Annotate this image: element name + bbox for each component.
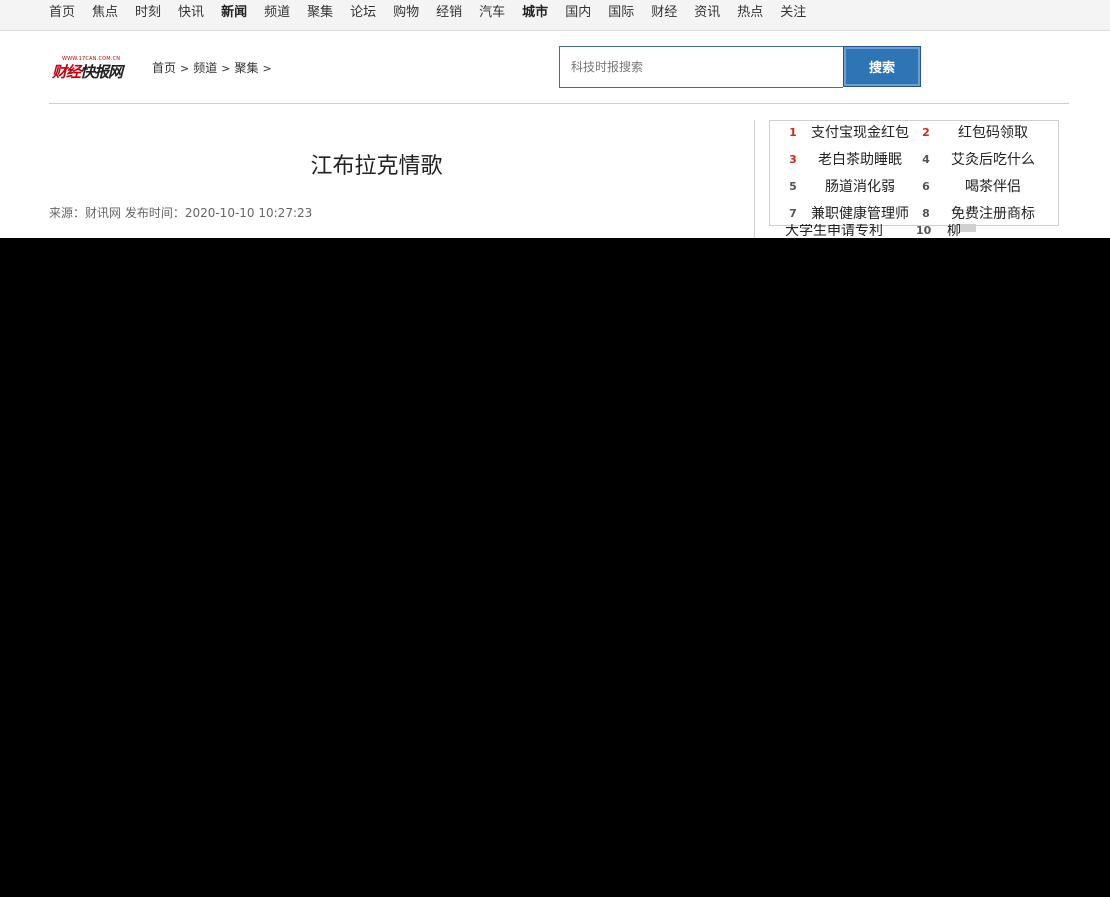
hot-search-text: 支付宝现金红包 bbox=[811, 125, 909, 141]
nav-item[interactable]: 焦点 bbox=[92, 0, 118, 26]
page-viewport: 首页 焦点 时刻 快讯 新闻 频道 聚集 论坛 购物 经销 汽车 城市 国内 国际 财经 资讯 热点 关注 WWW… bbox=[0, 0, 1110, 238]
nav-item[interactable]: 关注 bbox=[780, 0, 806, 26]
nav-item[interactable]: 聚集 bbox=[307, 0, 333, 26]
nav-item[interactable]: 热点 bbox=[737, 0, 763, 26]
hot-rank-number: 4 bbox=[922, 153, 930, 166]
hot-rank-number: 3 bbox=[789, 153, 797, 166]
breadcrumb-separator: > bbox=[221, 62, 231, 75]
hot-rank-number: 2 bbox=[922, 126, 930, 139]
hot-search-item[interactable]: 4 艾灸后吃什么 bbox=[915, 149, 1045, 171]
nav-item[interactable]: 论坛 bbox=[350, 0, 376, 26]
hot-search-text: 老白茶助睡眠 bbox=[818, 152, 902, 168]
nav-item[interactable]: 财经 bbox=[651, 0, 677, 26]
hot-item-9-partial[interactable]: 大学生申请专利 bbox=[785, 224, 883, 238]
hot-item-10-partial[interactable]: 柳 bbox=[947, 224, 961, 238]
nav-item[interactable]: 快讯 bbox=[178, 0, 204, 26]
hot-search-box: 1 支付宝现金红包 2 红包码领取 3 老白茶助睡眠 4 艾灸后吃什么 5 肠道消化弱 6 喝茶伴侣 7… bbox=[769, 120, 1059, 226]
nav-item[interactable]: 时刻 bbox=[135, 0, 161, 26]
hot-search-text: 肠道消化弱 bbox=[825, 179, 895, 195]
logo-text-dark: 快报网 bbox=[80, 63, 123, 81]
hot-search-partial-row: 大学生申请专利 10 柳 bbox=[769, 224, 1057, 238]
breadcrumb-link[interactable]: 聚集 bbox=[234, 61, 258, 75]
hot-search-text: 艾灸后吃什么 bbox=[951, 152, 1035, 168]
nav-item[interactable]: 首页 bbox=[49, 0, 75, 26]
hot-rank-number: 6 bbox=[922, 180, 930, 193]
image-placeholder bbox=[960, 224, 976, 232]
column-divider bbox=[754, 120, 755, 238]
article-title: 江布拉克情歌 bbox=[310, 154, 443, 179]
nav-item[interactable]: 经销 bbox=[436, 0, 462, 26]
nav-item[interactable]: 国内 bbox=[565, 0, 591, 26]
breadcrumb-separator: > bbox=[180, 62, 190, 75]
hot-search-text: 免费注册商标 bbox=[951, 206, 1035, 222]
header-divider bbox=[49, 103, 1069, 104]
hot-search-item[interactable]: 6 喝茶伴侣 bbox=[915, 176, 1045, 198]
breadcrumb: 首页 > 频道 > 聚集 > bbox=[152, 59, 276, 76]
logo-text-red: 财经 bbox=[52, 63, 81, 81]
top-nav-list: 首页 焦点 时刻 快讯 新闻 频道 聚集 论坛 购物 经销 汽车 城市 国内 国际 财经 资讯 热点 关注 bbox=[0, 0, 1110, 26]
hot-item-10-rank-partial: 10 bbox=[916, 224, 932, 237]
breadcrumb-link[interactable]: 首页 bbox=[152, 61, 176, 75]
nav-item[interactable]: 购物 bbox=[393, 0, 419, 26]
hot-search-text: 喝茶伴侣 bbox=[965, 179, 1021, 195]
search-button[interactable]: 搜索 bbox=[843, 46, 921, 87]
hot-search-item[interactable]: 5 肠道消化弱 bbox=[782, 176, 912, 198]
search-input[interactable] bbox=[559, 46, 843, 88]
hot-search-text: 红包码领取 bbox=[958, 125, 1028, 141]
nav-item[interactable]: 新闻 bbox=[221, 0, 247, 26]
hot-rank-number: 1 bbox=[789, 126, 797, 139]
hot-search-item[interactable]: 7 兼职健康管理师 bbox=[782, 203, 912, 225]
nav-item[interactable]: 资讯 bbox=[694, 0, 720, 26]
breadcrumb-link[interactable]: 频道 bbox=[193, 61, 217, 75]
nav-item[interactable]: 汽车 bbox=[479, 0, 505, 26]
hot-rank-number: 7 bbox=[789, 207, 797, 220]
article-meta: 来源：财讯网 发布时间：2020-10-10 10:27:23 bbox=[49, 206, 313, 220]
logo-wordmark: 财经快报网 bbox=[52, 61, 123, 82]
nav-item[interactable]: 国际 bbox=[608, 0, 634, 26]
breadcrumb-separator: > bbox=[262, 62, 272, 75]
site-logo[interactable]: WWW.17CAN.COM.CN 财经快报网 bbox=[52, 56, 128, 82]
hot-search-item[interactable]: 1 支付宝现金红包 bbox=[782, 122, 912, 144]
hot-search-item[interactable]: 2 红包码领取 bbox=[915, 122, 1045, 144]
nav-item[interactable]: 频道 bbox=[264, 0, 290, 26]
nav-item[interactable]: 城市 bbox=[522, 0, 548, 26]
hot-rank-number: 8 bbox=[922, 207, 930, 220]
hot-search-item[interactable]: 3 老白茶助睡眠 bbox=[782, 149, 912, 171]
hot-search-item[interactable]: 8 免费注册商标 bbox=[915, 203, 1045, 225]
search-bar: 搜索 bbox=[559, 46, 922, 89]
hot-search-text: 兼职健康管理师 bbox=[811, 206, 909, 222]
top-navigation: 首页 焦点 时刻 快讯 新闻 频道 聚集 论坛 购物 经销 汽车 城市 国内 国际 财经 资讯 热点 关注 bbox=[0, 0, 1110, 31]
hot-rank-number: 5 bbox=[789, 180, 797, 193]
